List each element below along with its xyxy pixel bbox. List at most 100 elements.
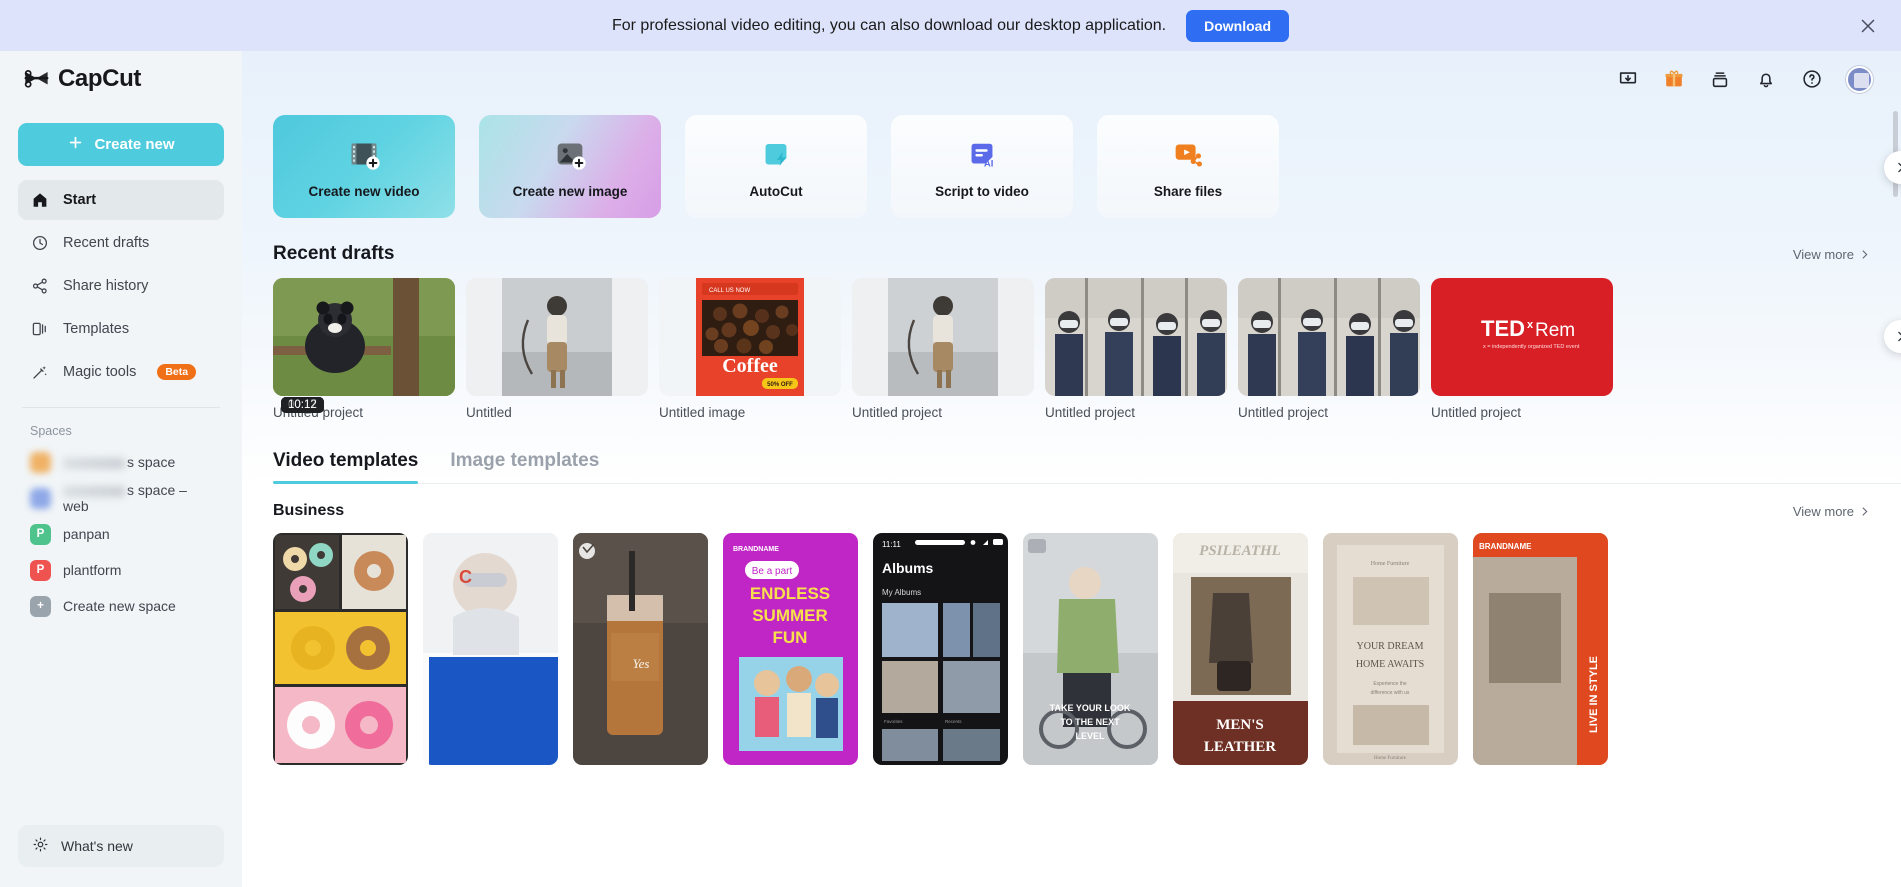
space-item-1[interactable]: s space – web xyxy=(18,480,224,516)
draft-card[interactable]: 00:05 Untitled project xyxy=(281,278,1034,420)
svg-text:TED: TED xyxy=(1481,316,1525,341)
space-name-blurred: s space – web xyxy=(63,482,212,514)
draft-card[interactable]: CALL US NOW Coffee 50% OFF Untitled imag… xyxy=(659,278,841,420)
tab-image-templates[interactable]: Image templates xyxy=(450,450,599,483)
drafts-next-button[interactable] xyxy=(1884,320,1901,353)
space-avatar xyxy=(30,487,51,509)
bell-icon[interactable] xyxy=(1754,67,1778,91)
space-item-label: Create new space xyxy=(63,598,176,614)
template-card-live-in-style[interactable]: BRANDNAME LIVE IN STYLE xyxy=(1473,533,1608,765)
close-icon[interactable] xyxy=(1857,15,1879,37)
action-share-files[interactable]: Share files xyxy=(1097,115,1279,218)
sidebar-item-start[interactable]: Start xyxy=(18,180,224,220)
space-item-plantform[interactable]: P plantform xyxy=(18,552,224,588)
download-button[interactable]: Download xyxy=(1186,9,1289,42)
clock-icon xyxy=(30,234,49,253)
sidebar-divider xyxy=(22,407,220,408)
space-avatar xyxy=(30,451,51,473)
space-item-panpan[interactable]: P panpan xyxy=(18,516,224,552)
portrait-blue-image: C xyxy=(423,533,558,765)
chevron-right-icon xyxy=(1898,331,1901,342)
sidebar-item-recent-drafts[interactable]: Recent drafts xyxy=(18,223,224,263)
mens-leather-image: PSILEATHL MEN'S LEATHER xyxy=(1173,533,1308,765)
svg-text:Favorites: Favorites xyxy=(884,719,903,724)
draft-thumbnail xyxy=(852,278,1034,396)
quick-actions: Create new video Create new image AutoCu… xyxy=(273,115,1901,218)
draft-duration: 10:12 xyxy=(281,397,324,413)
action-script-to-video[interactable]: AI Script to video xyxy=(891,115,1073,218)
draft-name: Untitled image xyxy=(659,405,746,420)
svg-text:Recents: Recents xyxy=(945,719,962,724)
svg-text:Yes: Yes xyxy=(633,656,650,671)
sidebar-item-magic-tools[interactable]: Magic tools Beta xyxy=(18,352,224,392)
action-create-new-image[interactable]: Create new image xyxy=(479,115,661,218)
template-card-take-your-look[interactable]: TAKE YOUR LOOK TO THE NEXT LEVEL xyxy=(1023,533,1158,765)
create-new-space-button[interactable]: + Create new space xyxy=(18,588,224,624)
albums-phone-image: 11:11 Albums My Albums Favorites Recents xyxy=(873,533,1008,765)
gift-box-icon[interactable] xyxy=(1662,67,1686,91)
svg-text:My Albums: My Albums xyxy=(882,588,921,597)
take-your-look-image: TAKE YOUR LOOK TO THE NEXT LEVEL xyxy=(1023,533,1158,765)
svg-text:difference with us: difference with us xyxy=(1371,690,1410,696)
svg-text:LEVEL: LEVEL xyxy=(1075,731,1105,741)
svg-text:CALL US NOW: CALL US NOW xyxy=(709,288,750,294)
template-card-endless-summer-fun[interactable]: BRANDNAME Be a part ENDLESS SUMMER FUN xyxy=(723,533,858,765)
main-content: Create new video Create new image AutoCu… xyxy=(242,51,1901,887)
templates-icon xyxy=(30,320,49,339)
action-create-new-video[interactable]: Create new video xyxy=(273,115,455,218)
draft-card[interactable]: 00:05 Untitled xyxy=(281,278,648,420)
action-label: Create new image xyxy=(512,183,628,199)
tab-label: Image templates xyxy=(450,450,600,471)
action-label: Share files xyxy=(1153,183,1223,199)
draft-name: Untitled xyxy=(466,405,512,420)
whats-new-button[interactable]: What's new xyxy=(18,825,224,867)
templates-view-more[interactable]: View more xyxy=(1793,504,1871,519)
sidebar-item-share-history[interactable]: Share history xyxy=(18,266,224,306)
space-avatar: P xyxy=(30,559,51,581)
brand-logo[interactable]: CapCut xyxy=(18,51,224,107)
templates-tabs: Video templates Image templates xyxy=(273,450,1901,484)
sidebar-item-templates[interactable]: Templates xyxy=(18,309,224,349)
live-in-style-image: BRANDNAME LIVE IN STYLE xyxy=(1473,533,1608,765)
template-card-donuts-grid[interactable] xyxy=(273,533,408,765)
template-card-mens-leather[interactable]: PSILEATHL MEN'S LEATHER xyxy=(1173,533,1308,765)
script-ai-icon: AI xyxy=(963,135,1001,173)
draft-thumbnail: CALL US NOW Coffee 50% OFF xyxy=(659,278,841,396)
template-card-albums-phone[interactable]: 11:11 Albums My Albums Favorites Recents xyxy=(873,533,1008,765)
action-autocut[interactable]: AutoCut xyxy=(685,115,867,218)
svg-text:TO THE NEXT: TO THE NEXT xyxy=(1060,717,1120,727)
recent-drafts-view-more[interactable]: View more xyxy=(1793,247,1871,262)
svg-text:HOME AWAITS: HOME AWAITS xyxy=(1356,659,1424,670)
tab-video-templates[interactable]: Video templates xyxy=(273,450,419,484)
action-label: Create new video xyxy=(308,183,420,199)
capcut-logo-icon xyxy=(23,69,50,89)
draft-card[interactable]: 00:17 Untitled project xyxy=(281,278,1227,420)
template-card-portrait-blue[interactable]: C xyxy=(423,533,558,765)
space-avatar: P xyxy=(30,523,51,545)
business-section-header: Business View more xyxy=(273,502,1901,520)
draft-card[interactable]: 00:17 Untitled project xyxy=(281,278,1420,420)
svg-text:MEN'S: MEN'S xyxy=(1216,717,1264,733)
draft-card[interactable]: TED x Rem x = independently organized TE… xyxy=(281,278,1613,420)
image-plus-icon xyxy=(551,135,589,173)
svg-text:Rem: Rem xyxy=(1535,320,1575,341)
svg-text:Albums: Albums xyxy=(882,560,934,576)
svg-text:PSILEATHL: PSILEATHL xyxy=(1199,543,1281,559)
space-item-0[interactable]: s space xyxy=(18,444,224,480)
svg-text:LEATHER: LEATHER xyxy=(1204,739,1276,755)
space-item-label: plantform xyxy=(63,562,122,578)
help-circle-icon[interactable] xyxy=(1800,67,1824,91)
svg-text:LIVE IN STYLE: LIVE IN STYLE xyxy=(1588,656,1600,733)
archive-icon[interactable] xyxy=(1708,67,1732,91)
create-new-button[interactable]: Create new xyxy=(18,123,224,166)
spaces-section-title: Spaces xyxy=(30,424,72,438)
svg-text:Experience the: Experience the xyxy=(1373,681,1407,687)
avatar[interactable] xyxy=(1846,65,1873,93)
desktop-download-icon[interactable] xyxy=(1616,67,1640,91)
svg-text:BRANDNAME: BRANDNAME xyxy=(733,546,779,553)
template-card-iced-coffee[interactable]: Yes xyxy=(573,533,708,765)
template-card-dream-home[interactable]: Home Furniture YOUR DREAM HOME AWAITS Ex… xyxy=(1323,533,1458,765)
autocut-lightning-icon xyxy=(757,135,795,173)
svg-text:x: x xyxy=(1527,319,1534,331)
svg-text:TAKE YOUR LOOK: TAKE YOUR LOOK xyxy=(1050,703,1131,713)
